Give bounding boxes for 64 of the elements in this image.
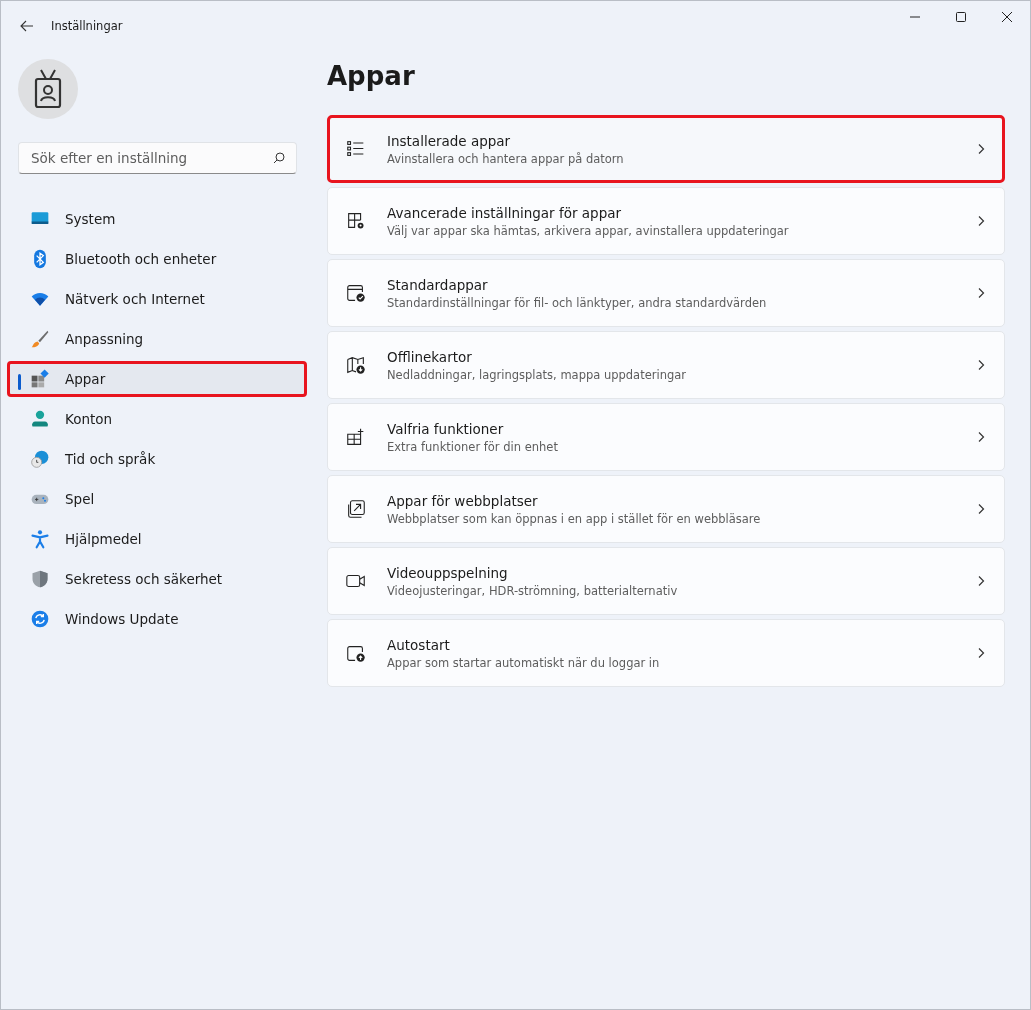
- chevron-right-icon: [976, 503, 986, 515]
- map-download-icon: [345, 354, 367, 376]
- card-description: Webbplatser som kan öppnas i en app i stället för en webbläsare: [387, 511, 762, 526]
- minimize-icon: [910, 16, 920, 18]
- back-arrow-icon: [20, 20, 34, 32]
- selection-indicator: [18, 374, 21, 390]
- globe-clock-icon: [30, 449, 50, 469]
- sidebar-item[interactable]: Hjälpmedel: [7, 521, 307, 557]
- sidebar-item[interactable]: System: [7, 201, 307, 237]
- card-description: Avinstallera och hantera appar på datorn: [387, 151, 625, 166]
- card-description: Välj var appar ska hämtas, arkivera appar, avinstallera uppdateringar: [387, 223, 790, 238]
- settings-card[interactable]: Installerade appar Avinstallera och hantera appar på datorn: [327, 115, 1005, 183]
- person-icon: [30, 409, 50, 429]
- chevron-right-icon: [976, 215, 986, 227]
- card-description: Nedladdningar, lagringsplats, mappa uppdateringar: [387, 367, 688, 382]
- chevron-right-icon: [976, 359, 986, 371]
- settings-card[interactable]: Valfria funktioner Extra funktioner för din enhet: [327, 403, 1005, 471]
- card-title: Avancerade inställningar för appar: [387, 204, 623, 221]
- settings-card[interactable]: Avancerade inställningar för appar Välj var appar ska hämtas, arkivera appar, avinstallera uppdateringar: [327, 187, 1005, 255]
- settings-card[interactable]: Standardappar Standardinställningar för fil- och länktyper, andra standardvärden: [327, 259, 1005, 327]
- card-description: Appar som startar automatiskt när du loggar in: [387, 655, 661, 670]
- window-link-icon: [345, 498, 367, 520]
- search-field[interactable]: Sök efter en inställning: [18, 142, 297, 174]
- search-icon: [273, 152, 285, 164]
- sidebar-item[interactable]: Anpassning: [7, 321, 307, 357]
- maximize-icon: [956, 12, 966, 22]
- chevron-right-icon: [976, 287, 986, 299]
- window-title: Inställningar: [51, 19, 124, 33]
- app-gear-icon: [345, 210, 367, 232]
- card-description: Videojusteringar, HDR-strömning, batterialternativ: [387, 583, 679, 598]
- id-badge-icon: [33, 69, 63, 109]
- settings-card[interactable]: Appar för webbplatser Webbplatser som kan öppnas i en app i stället för en webbläsare: [327, 475, 1005, 543]
- paintbrush-icon: [30, 329, 50, 349]
- accessibility-icon: [30, 529, 50, 549]
- shield-icon: [30, 569, 50, 589]
- sync-icon: [30, 609, 50, 629]
- sidebar-item[interactable]: Tid och språk: [7, 441, 307, 477]
- card-title: Installerade appar: [387, 132, 512, 149]
- sidebar-item[interactable]: Bluetooth och enheter: [7, 241, 307, 277]
- card-description: Extra funktioner för din enhet: [387, 439, 559, 454]
- card-description: Standardinställningar för fil- och länktyper, andra standardvärden: [387, 295, 768, 310]
- close-icon: [1002, 12, 1012, 22]
- card-title: Standardappar: [387, 276, 489, 293]
- page-title: Appar: [327, 61, 416, 91]
- settings-card[interactable]: Videouppspelning Videojusteringar, HDR-strömning, batterialternativ: [327, 547, 1005, 615]
- chevron-right-icon: [976, 431, 986, 443]
- sidebar-item[interactable]: Konton: [7, 401, 307, 437]
- settings-card[interactable]: Autostart Appar som startar automatiskt när du loggar in: [327, 619, 1005, 687]
- sidebar-item[interactable]: Sekretess och säkerhet: [7, 561, 307, 597]
- chevron-right-icon: [976, 143, 986, 155]
- card-title: Appar för webbplatser: [387, 492, 539, 509]
- card-title: Autostart: [387, 636, 451, 653]
- card-title: Videouppspelning: [387, 564, 509, 581]
- sidebar-item[interactable]: Spel: [7, 481, 307, 517]
- sidebar-item[interactable]: Windows Update: [7, 601, 307, 637]
- sidebar-item[interactable]: Nätverk och Internet: [7, 281, 307, 317]
- card-title: Offlinekartor: [387, 348, 473, 365]
- settings-card[interactable]: Offlinekartor Nedladdningar, lagringsplats, mappa uppdateringar: [327, 331, 1005, 399]
- card-title: Valfria funktioner: [387, 420, 505, 437]
- chevron-right-icon: [976, 647, 986, 659]
- window-check-icon: [345, 282, 367, 304]
- chevron-right-icon: [976, 575, 986, 587]
- app-tiles-icon: [30, 369, 50, 389]
- sidebar-item[interactable]: Appar: [7, 361, 307, 397]
